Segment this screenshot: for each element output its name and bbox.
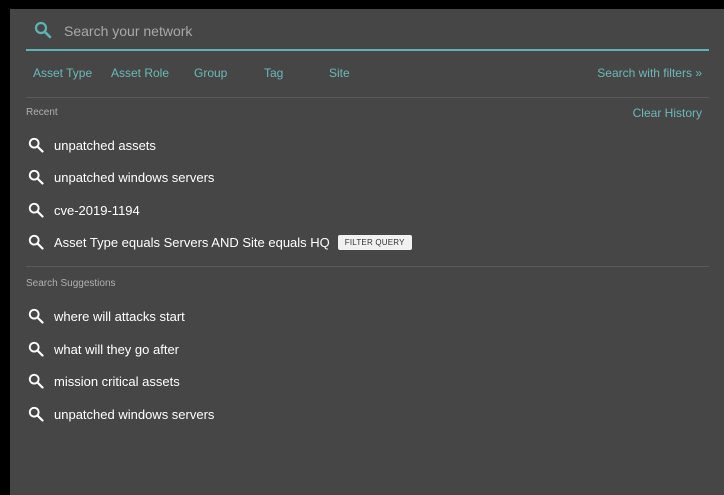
recent-section-title: Recent [26, 107, 58, 118]
filter-asset-type[interactable]: Asset Type [33, 66, 92, 80]
suggestion-item[interactable]: where will attacks start [26, 304, 626, 328]
search-icon [28, 341, 44, 357]
divider [26, 97, 709, 98]
filter-bar: Asset Type Asset Role Group Tag Site Sea… [10, 66, 724, 84]
filter-tag[interactable]: Tag [264, 66, 283, 80]
search-icon [28, 137, 44, 153]
search-icon [28, 234, 44, 250]
suggestion-item[interactable]: mission critical assets [26, 369, 626, 393]
suggestions-section-title: Search Suggestions [26, 278, 116, 289]
recent-item[interactable]: unpatched assets [26, 133, 626, 157]
recent-item[interactable]: Asset Type equals Servers AND Site equal… [26, 230, 626, 254]
search-icon [28, 406, 44, 422]
search-icon [28, 202, 44, 218]
suggestion-item-label: where will attacks start [54, 308, 185, 324]
search-bar[interactable] [26, 9, 709, 51]
suggestion-item[interactable]: unpatched windows servers [26, 402, 626, 426]
divider [26, 266, 709, 267]
recent-item-label: unpatched windows servers [54, 169, 215, 185]
search-icon [28, 169, 44, 185]
filter-query-badge[interactable]: FILTER QUERY [337, 234, 412, 250]
recent-item-label: Asset Type equals Servers AND Site equal… [54, 234, 330, 250]
recent-item[interactable]: unpatched windows servers [26, 165, 626, 189]
filter-site[interactable]: Site [329, 66, 350, 80]
search-icon [28, 373, 44, 389]
filter-asset-role[interactable]: Asset Role [111, 66, 169, 80]
recent-item-label: unpatched assets [54, 137, 156, 153]
recent-item[interactable]: cve-2019-1194 [26, 198, 626, 222]
suggestion-item-label: what will they go after [54, 341, 180, 357]
search-icon [34, 21, 52, 39]
filter-group[interactable]: Group [194, 66, 227, 80]
suggestion-item-label: unpatched windows servers [54, 406, 215, 422]
clear-history-link[interactable]: Clear History [633, 106, 702, 120]
suggestion-item-label: mission critical assets [54, 373, 180, 389]
search-panel: Asset Type Asset Role Group Tag Site Sea… [10, 9, 724, 495]
search-with-filters-link[interactable]: Search with filters » [597, 66, 702, 80]
recent-item-label: cve-2019-1194 [54, 202, 140, 218]
suggestion-item[interactable]: what will they go after [26, 337, 626, 361]
search-input[interactable] [62, 17, 666, 45]
search-icon [28, 308, 44, 324]
